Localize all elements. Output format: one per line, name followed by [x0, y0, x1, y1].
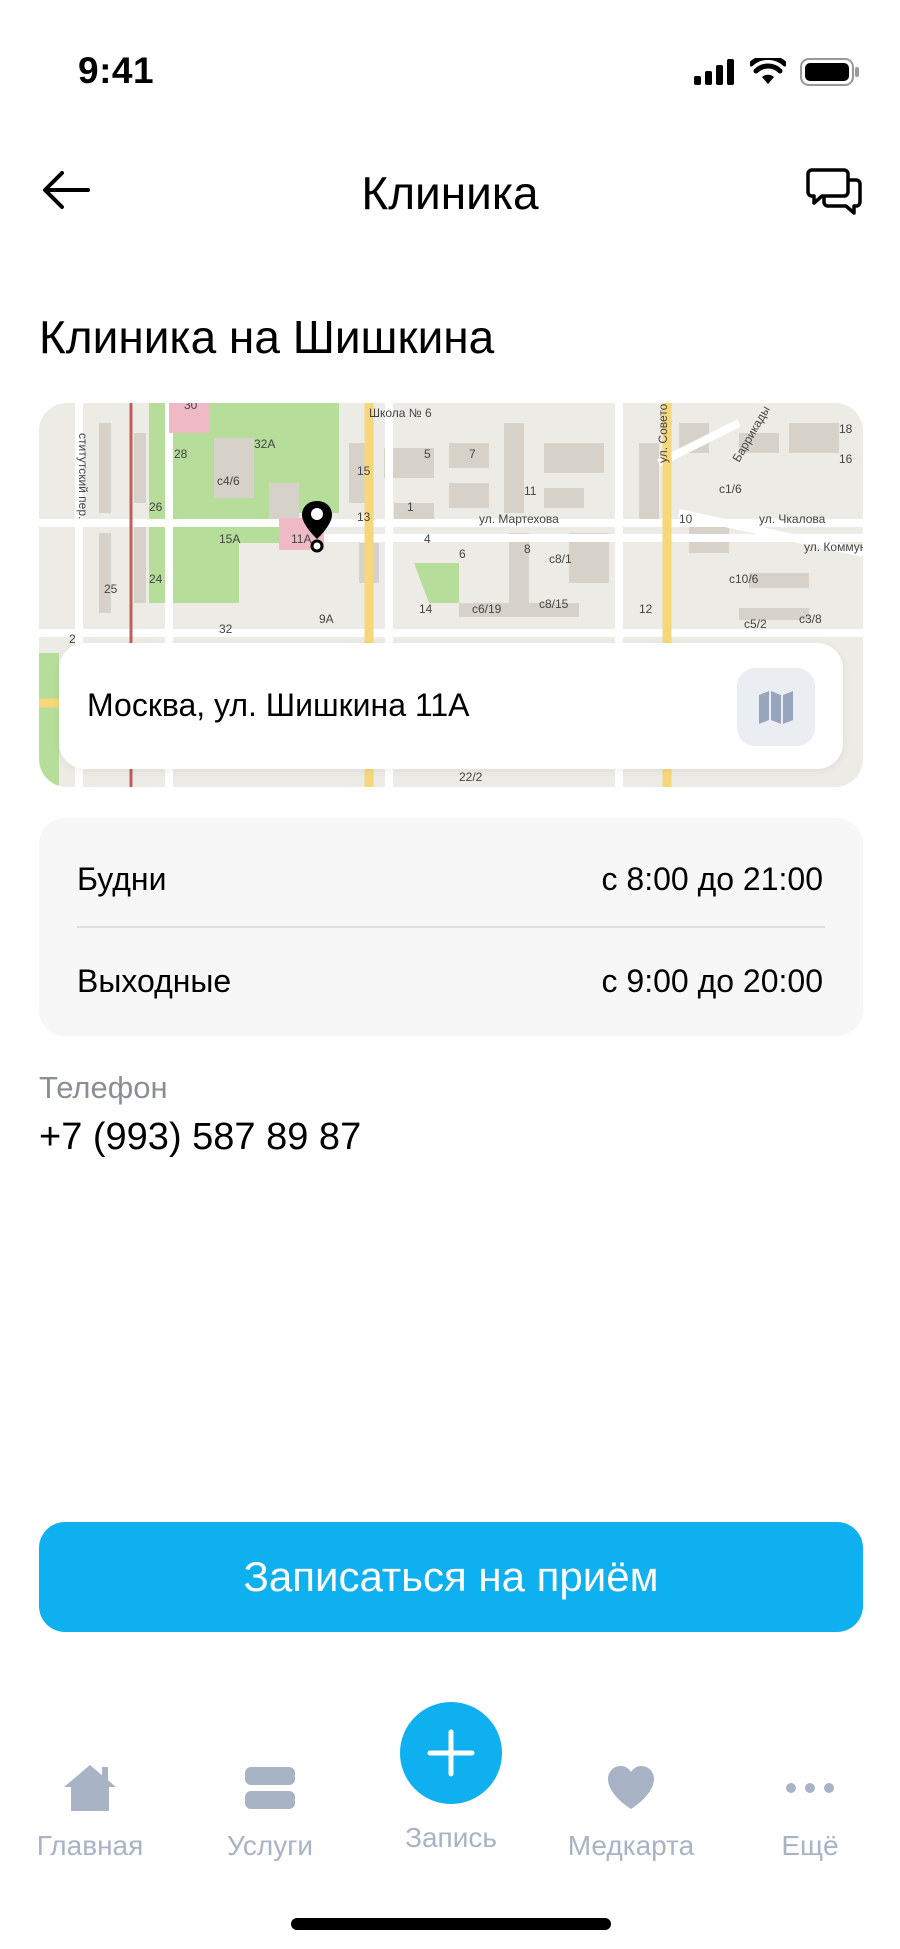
plus-icon: [427, 1729, 475, 1777]
wifi-icon: [750, 58, 786, 84]
map-label: 26: [149, 500, 163, 514]
map-label: с6/19: [472, 602, 502, 616]
map-label: с5/2: [744, 617, 767, 631]
more-icon: [786, 1783, 834, 1793]
map-label: 18: [839, 422, 853, 436]
map-label: 9А: [319, 612, 334, 626]
tab-medical-card[interactable]: Медкарта: [551, 1760, 711, 1862]
map-label: 15А: [219, 532, 240, 546]
map-label: с8/1: [549, 552, 572, 566]
map-label: ул. Советов: [656, 403, 670, 463]
status-time: 9:41: [78, 50, 155, 91]
map-label: 25: [104, 582, 118, 596]
map-label: 6: [459, 547, 466, 561]
map-label: с3/8: [799, 612, 822, 626]
map-label: 30: [184, 403, 198, 412]
map-label: ул. Коммун: [804, 540, 863, 554]
map-label: 22/2: [459, 770, 483, 784]
phone-label: Телефон: [39, 1070, 168, 1105]
location-pin-icon: [302, 501, 332, 553]
map-label: 5: [424, 447, 431, 461]
map-label: 4: [424, 532, 431, 546]
map-view[interactable]: Школа № 6 ул. Советов ул. Мартехова ул. …: [39, 403, 863, 787]
clinic-address: Москва, ул. Шишкина 11А: [87, 687, 470, 723]
map-label: 10: [679, 512, 693, 526]
map-label: 1: [407, 500, 414, 514]
page-title: Клиника: [361, 167, 539, 219]
tab-booking-button[interactable]: [400, 1702, 502, 1804]
map-label: ул. Мартехова: [479, 512, 559, 526]
status-icons: [694, 58, 860, 86]
map-label: с8/15: [539, 597, 569, 611]
map-label: с1/6: [719, 482, 742, 496]
tab-label: Ещё: [781, 1830, 839, 1861]
home-icon: [64, 1765, 116, 1811]
tab-label: Запись: [405, 1822, 497, 1853]
hours-row-weekdays: Будни с 8:00 до 21:00: [77, 852, 823, 906]
hours-divider: [77, 926, 825, 928]
map-label: с4/6: [217, 474, 240, 488]
map-label: 8: [524, 542, 531, 556]
signal-icon: [694, 59, 734, 85]
book-appointment-button[interactable]: Записаться на приём: [39, 1522, 863, 1632]
map-label: ул. Чкалова: [759, 512, 826, 526]
hours-row-weekend: Выходные с 9:00 до 20:00: [77, 954, 823, 1008]
tab-label: Медкарта: [567, 1830, 695, 1861]
map-label: 16: [839, 452, 853, 466]
tab-home[interactable]: Главная: [10, 1760, 170, 1862]
phone-number[interactable]: +7 (993) 587 89 87: [39, 1116, 361, 1159]
tab-more[interactable]: Ещё: [730, 1760, 890, 1862]
services-icon: [245, 1767, 295, 1809]
hours-label: Будни: [77, 860, 167, 897]
tab-services[interactable]: Услуги: [190, 1760, 350, 1862]
chat-button[interactable]: [804, 160, 864, 220]
open-map-button[interactable]: [737, 668, 815, 746]
map-label: 24: [149, 572, 163, 586]
map-label: с10/6: [729, 572, 759, 586]
map-label: 7: [469, 447, 476, 461]
clinic-name: Клиника на Шишкина: [39, 311, 495, 363]
tab-label: Услуги: [226, 1830, 314, 1861]
hours-value: с 9:00 до 20:00: [601, 962, 824, 999]
map-label: 15: [357, 464, 371, 478]
hours-label: Выходные: [77, 962, 232, 999]
map-label: 13: [357, 510, 371, 524]
map-label: Школа № 6: [369, 406, 432, 420]
map-label: 11: [524, 484, 537, 498]
battery-icon: [800, 58, 859, 86]
heart-icon: [608, 1766, 654, 1809]
map-label: 32: [219, 622, 233, 636]
map-label: 32А: [254, 437, 275, 451]
map-icon: [759, 691, 793, 724]
map-label: 12: [639, 602, 653, 616]
hours-value: с 8:00 до 21:00: [601, 860, 824, 897]
address-card: Москва, ул. Шишкина 11А: [59, 643, 843, 769]
map-label: 14: [419, 602, 433, 616]
map-label: ститутский пер.: [76, 433, 90, 519]
home-indicator: [291, 1918, 611, 1930]
map-label: 28: [174, 447, 188, 461]
tab-label: Главная: [36, 1830, 144, 1861]
chat-icon: [806, 168, 862, 215]
